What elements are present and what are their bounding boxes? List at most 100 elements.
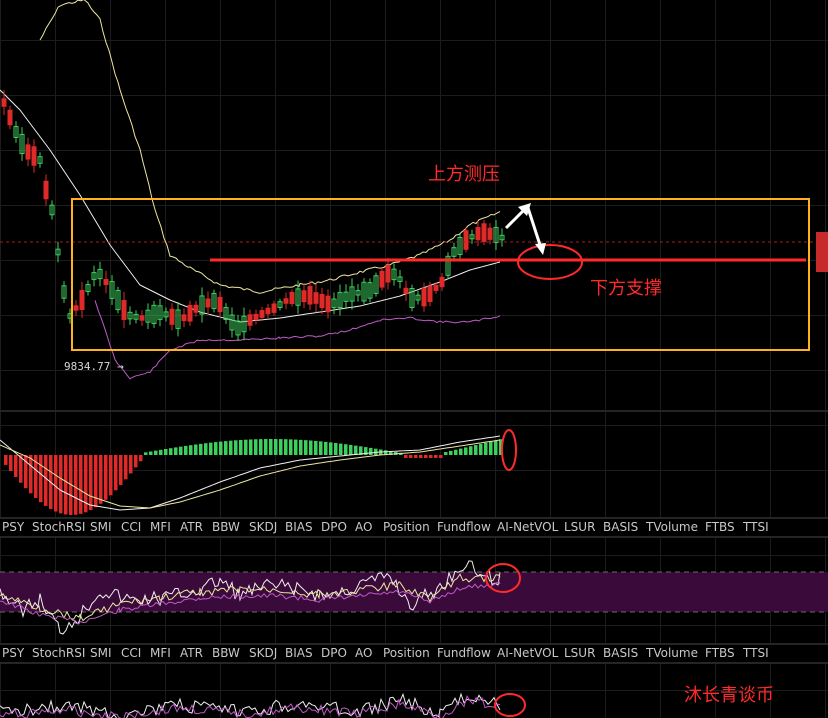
tab-bias[interactable]: BIAS: [285, 646, 313, 660]
macd-bar: [339, 443, 343, 455]
macd-bar: [354, 445, 358, 455]
macd-bar: [284, 439, 288, 455]
tab-tvolume[interactable]: TVolume: [646, 520, 698, 534]
tab-ao[interactable]: AO: [355, 520, 372, 534]
arrow-right-icon: →: [110, 360, 124, 373]
macd-bar: [19, 455, 23, 483]
candle: [379, 270, 385, 288]
tab-psy[interactable]: PSY: [2, 520, 24, 534]
macd-bar: [59, 455, 63, 514]
macd-bar: [454, 449, 458, 455]
tab-tvolume[interactable]: TVolume: [646, 646, 698, 660]
macd-bar: [79, 455, 83, 514]
tab-skdj[interactable]: SKDJ: [249, 646, 277, 660]
macd-bar: [279, 439, 283, 455]
tab-atr[interactable]: ATR: [180, 646, 203, 660]
support-label: 下方支撑: [590, 278, 662, 299]
tab-ao[interactable]: AO: [355, 646, 372, 660]
tab-basis[interactable]: BASIS: [603, 646, 638, 660]
tab-lsur[interactable]: LSUR: [564, 646, 595, 660]
candle: [439, 276, 445, 288]
tab-cci[interactable]: CCI: [121, 520, 141, 534]
tab-smi[interactable]: SMI: [90, 646, 112, 660]
tab-stochrsi[interactable]: StochRSI: [32, 646, 85, 660]
macd-bar: [464, 447, 468, 455]
tab-smi[interactable]: SMI: [90, 520, 112, 534]
macd-bar: [139, 455, 143, 462]
macd-panel[interactable]: [0, 429, 517, 515]
candle: [271, 303, 277, 313]
candle: [481, 223, 487, 242]
tab-mfi[interactable]: MFI: [150, 520, 171, 534]
tab-stochrsi[interactable]: StochRSI: [32, 520, 85, 534]
macd-bar: [64, 455, 68, 515]
bottom-line-white: [0, 692, 501, 718]
macd-bar: [274, 439, 278, 455]
tab-ai-netvol[interactable]: AI-NetVOL: [497, 520, 558, 534]
tab-dpo[interactable]: DPO: [321, 646, 347, 660]
candle: [283, 298, 289, 304]
macd-bar: [244, 439, 248, 455]
macd-bar: [174, 447, 178, 455]
price-chart[interactable]: [0, 0, 828, 718]
indicator-tab-bar-2[interactable]: PSY StochRSI SMI CCI MFI ATR BBW SKDJ BIAS DPO AO P…: [0, 644, 828, 662]
tab-fundflow[interactable]: Fundflow: [437, 646, 491, 660]
tab-lsur[interactable]: LSUR: [564, 520, 595, 534]
macd-bar: [299, 439, 303, 455]
macd-bar: [149, 451, 153, 455]
indicator-tab-bar-1[interactable]: PSY StochRSI SMI CCI MFI ATR BBW SKDJ BIAS DPO AO P…: [0, 518, 828, 536]
macd-bar: [334, 442, 338, 455]
candle: [43, 180, 49, 200]
macd-bar: [344, 444, 348, 455]
tab-bbw[interactable]: BBW: [212, 646, 240, 660]
macd-bar: [349, 444, 353, 455]
candle: [403, 287, 409, 294]
candle: [325, 295, 331, 313]
macd-bar: [414, 455, 418, 458]
oscillator-band: [0, 572, 828, 612]
candle: [217, 296, 223, 313]
macd-bar: [459, 448, 463, 455]
tab-dpo[interactable]: DPO: [321, 520, 347, 534]
macd-bar: [494, 440, 498, 455]
tab-position[interactable]: Position: [383, 520, 430, 534]
macd-bar: [44, 455, 48, 506]
tab-bias[interactable]: BIAS: [285, 520, 313, 534]
candle: [73, 305, 79, 311]
watermark-text: 沐长青谈币: [684, 685, 774, 706]
tab-ftbs[interactable]: FTBS: [705, 646, 735, 660]
tab-position[interactable]: Position: [383, 646, 430, 660]
main-candlestick-panel[interactable]: [0, 0, 828, 380]
macd-bar: [14, 455, 18, 477]
tab-ai-netvol[interactable]: AI-NetVOL: [497, 646, 558, 660]
macd-bar: [239, 439, 243, 455]
tab-ftbs[interactable]: FTBS: [705, 520, 735, 534]
macd-bar: [124, 455, 128, 480]
tab-skdj[interactable]: SKDJ: [249, 520, 277, 534]
candle: [79, 290, 85, 310]
candle: [205, 298, 211, 308]
macd-bar: [204, 443, 208, 455]
macd-bar: [224, 441, 228, 455]
candle: [385, 265, 391, 283]
tab-atr[interactable]: ATR: [180, 520, 203, 534]
tab-bbw[interactable]: BBW: [212, 520, 240, 534]
tab-psy[interactable]: PSY: [2, 646, 24, 660]
macd-bar: [94, 455, 98, 508]
macd-bar: [179, 446, 183, 455]
macd-bar: [229, 440, 233, 455]
candle: [253, 313, 259, 321]
bottom-indicator-panel[interactable]: [0, 692, 526, 718]
tab-fundflow[interactable]: Fundflow: [437, 520, 491, 534]
oscillator-panel[interactable]: [0, 560, 828, 635]
macd-bar: [234, 440, 238, 455]
tab-mfi[interactable]: MFI: [150, 646, 171, 660]
macd-bar: [444, 452, 448, 455]
resistance-label: 上方测压: [428, 164, 500, 185]
tab-ttsi[interactable]: TTSI: [743, 520, 769, 534]
tab-cci[interactable]: CCI: [121, 646, 141, 660]
tab-basis[interactable]: BASIS: [603, 520, 638, 534]
macd-bar: [449, 450, 453, 455]
macd-bar: [479, 443, 483, 455]
tab-ttsi[interactable]: TTSI: [743, 646, 769, 660]
